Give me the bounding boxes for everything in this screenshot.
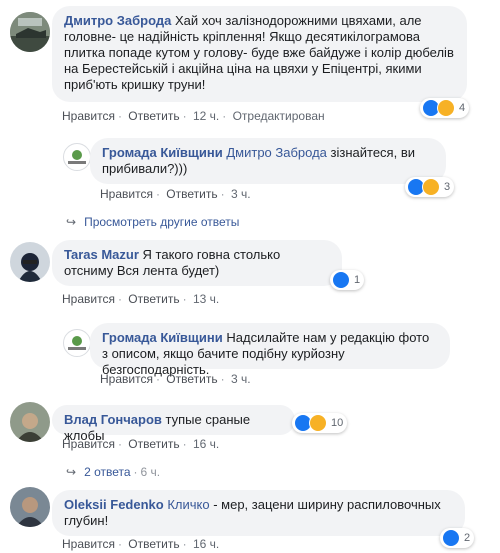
comment-bubble: Oleksii Fedenko Кличко - мер, зацени шир… bbox=[52, 490, 465, 536]
avatar[interactable] bbox=[10, 242, 50, 282]
comment-author[interactable]: Влад Гончаров bbox=[64, 412, 162, 427]
reaction-badge[interactable]: 1 bbox=[330, 270, 365, 290]
reaction-count: 4 bbox=[459, 102, 466, 114]
haha-reaction-icon bbox=[309, 414, 327, 432]
reaction-count: 2 bbox=[464, 532, 471, 544]
view-replies[interactable]: ↪ 2 ответа · 6 ч. bbox=[66, 465, 160, 479]
reply-link[interactable]: Ответить bbox=[128, 437, 179, 451]
reply-bubble: Громада Київщини Дмитро Заброда зізнайте… bbox=[90, 138, 446, 184]
page-avatar[interactable] bbox=[63, 143, 91, 171]
reaction-badge[interactable]: 3 bbox=[405, 177, 455, 197]
reply-arrow-icon: ↪ bbox=[66, 215, 77, 229]
like-link[interactable]: Нравится bbox=[62, 437, 115, 451]
like-reaction-icon bbox=[442, 529, 460, 547]
comment-author[interactable]: Taras Mazur bbox=[64, 247, 139, 262]
comment-time[interactable]: 13 ч. bbox=[193, 292, 219, 306]
like-reaction-icon bbox=[332, 271, 350, 289]
comment-actions: Нравится · Ответить · 12 ч. · Отредактирова… bbox=[62, 109, 325, 123]
comment-time[interactable]: 12 ч. bbox=[193, 109, 219, 123]
reply-link[interactable]: Ответить bbox=[128, 292, 179, 306]
comment-time[interactable]: 16 ч. bbox=[193, 537, 219, 551]
avatar[interactable] bbox=[10, 12, 50, 52]
comment-time[interactable]: 3 ч. bbox=[231, 372, 251, 386]
reply-link[interactable]: Ответить bbox=[166, 187, 217, 201]
comment-time[interactable]: 3 ч. bbox=[231, 187, 251, 201]
avatar[interactable] bbox=[10, 487, 50, 527]
reply-link[interactable]: Ответить bbox=[166, 372, 217, 386]
reply-arrow-icon: ↪ bbox=[66, 465, 77, 479]
comment-actions: Нравится · Ответить · 16 ч. bbox=[62, 437, 220, 451]
like-link[interactable]: Нравится bbox=[62, 537, 115, 551]
reply-link[interactable]: Ответить bbox=[128, 537, 179, 551]
like-link[interactable]: Нравится bbox=[62, 109, 115, 123]
reaction-count: 3 bbox=[444, 181, 451, 193]
edited-label[interactable]: Отредактирован bbox=[233, 109, 325, 123]
haha-reaction-icon bbox=[437, 99, 455, 117]
comment-author[interactable]: Дмитро Заброда bbox=[64, 13, 171, 28]
reaction-badge[interactable]: 10 bbox=[292, 413, 348, 433]
comment-bubble: Дмитро Заброда Хай хоч залізнодорожними … bbox=[52, 6, 467, 102]
avatar[interactable] bbox=[10, 402, 50, 442]
reaction-count: 1 bbox=[354, 274, 361, 286]
comment-author[interactable]: Громада Київщини bbox=[102, 330, 223, 345]
like-link[interactable]: Нравится bbox=[100, 187, 153, 201]
view-more-replies[interactable]: ↪ Просмотреть другие ответы bbox=[66, 215, 239, 229]
comment-author[interactable]: Громада Київщини bbox=[102, 145, 223, 160]
comment-actions: Нравится · Ответить · 13 ч. bbox=[62, 292, 220, 306]
reaction-badge[interactable]: 4 bbox=[420, 98, 470, 118]
comment-bubble: Влад Гончаров тупые сраные жлобы bbox=[52, 405, 295, 443]
comment-bubble: Taras Mazur Я такого говна столько отсни… bbox=[52, 240, 342, 286]
haha-reaction-icon bbox=[422, 178, 440, 196]
page-avatar[interactable] bbox=[63, 329, 91, 357]
reaction-badge[interactable]: 2 bbox=[440, 528, 475, 548]
like-link[interactable]: Нравится bbox=[62, 292, 115, 306]
mention-link[interactable]: Дмитро Заброда bbox=[226, 145, 327, 160]
reaction-count: 10 bbox=[331, 417, 344, 429]
comment-actions: Нравится · Ответить · 3 ч. bbox=[100, 372, 251, 386]
like-link[interactable]: Нравится bbox=[100, 372, 153, 386]
reply-bubble: Громада Київщини Надсилайте нам у редакц… bbox=[90, 323, 450, 377]
reply-link[interactable]: Ответить bbox=[128, 109, 179, 123]
comment-actions: Нравится · Ответить · 3 ч. bbox=[100, 187, 251, 201]
comment-author[interactable]: Oleksii Fedenko bbox=[64, 497, 164, 512]
comment-actions: Нравится · Ответить · 16 ч. bbox=[62, 537, 220, 551]
comment-time[interactable]: 16 ч. bbox=[193, 437, 219, 451]
mention-link[interactable]: Кличко bbox=[167, 497, 209, 512]
